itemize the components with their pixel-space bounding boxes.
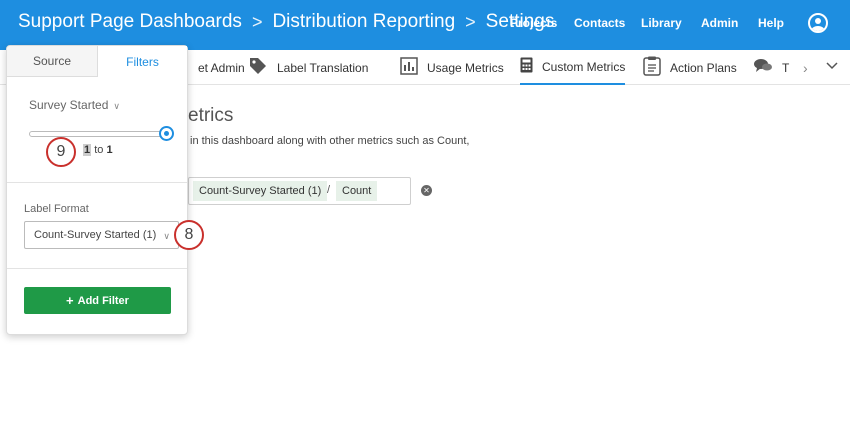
tab-truncated-label: T [782,60,790,75]
breadcrumb-item-dashboard[interactable]: Distribution Reporting [272,11,455,33]
chevron-down-icon: ∨ [113,101,120,111]
tab-label-translation[interactable]: Label Translation [248,50,368,85]
tab-usage-metrics[interactable]: Usage Metrics [400,50,504,85]
range-value-text: 1 to 1 [83,144,113,156]
tab-usage-metrics-label: Usage Metrics [427,60,504,75]
page-description: in this dashboard along with other metri… [190,135,470,147]
range-slider-track[interactable] [29,131,167,137]
add-filter-button[interactable]: + Add Filter [24,287,171,314]
tag-icon [248,56,268,79]
breadcrumb-item-project[interactable]: Support Page Dashboards [18,11,242,33]
tab-action-plans-label: Action Plans [670,60,737,75]
calculator-icon [520,57,533,76]
remove-metric-icon[interactable]: ✕ [421,185,432,196]
formula-chip-denominator[interactable]: Count [336,181,378,201]
chevron-right-icon[interactable]: › [803,60,808,76]
plus-icon: + [66,293,74,308]
range-slider-handle[interactable] [159,126,174,141]
divider [7,182,187,183]
breadcrumb-separator: > [465,11,476,32]
tab-custom-metrics[interactable]: Custom Metrics [520,50,626,85]
top-header-bar: Support Page Dashboards > Distribution R… [0,0,850,50]
label-format-value: Count-Survey Started (1) [34,229,157,241]
chevron-down-icon: ∨ [163,231,170,241]
nav-projects[interactable]: Projects [510,16,557,30]
range-from: 1 [83,144,92,156]
chevron-down-icon[interactable] [826,58,838,74]
clipboard-icon [643,56,661,79]
label-format-select[interactable]: Count-Survey Started (1) ∨ [24,221,179,249]
breadcrumb-separator: > [251,11,263,32]
panel-tabs: Source Filters [7,46,187,77]
filter-panel: Source Filters Survey Started ∨ 1 to 1 La… [6,45,188,335]
tab-filters[interactable]: Filters [98,46,187,77]
nav-library[interactable]: Library [641,16,682,30]
speech-bubbles-icon [753,58,773,77]
label-format-title: Label Format [24,203,89,215]
breadcrumb: Support Page Dashboards > Distribution R… [18,11,554,33]
nav-admin[interactable]: Admin [701,16,738,30]
metric-formula-field[interactable]: Count-Survey Started (1) / Count [188,177,411,205]
add-filter-label: Add Filter [77,294,129,307]
range-to: 1 [106,144,113,156]
page-heading: etrics [188,105,234,126]
filter-label: Survey Started [29,98,109,112]
tab-admin[interactable]: et Admin [198,50,245,85]
tab-admin-label: et Admin [198,60,245,75]
divider [7,268,187,269]
user-account-icon[interactable] [808,13,828,33]
bar-chart-icon [400,57,418,78]
tab-truncated[interactable]: T [753,50,789,85]
callout-9: 9 [46,137,76,167]
callout-8: 8 [174,220,204,250]
tab-custom-metrics-label: Custom Metrics [542,59,626,74]
nav-contacts[interactable]: Contacts [574,16,625,30]
nav-help[interactable]: Help [758,16,784,30]
formula-operator: / [327,184,331,196]
tab-label-translation-label: Label Translation [277,60,369,75]
tab-source[interactable]: Source [7,46,98,77]
tab-action-plans[interactable]: Action Plans [643,50,737,85]
range-to-word: to [94,144,104,156]
formula-chip-numerator[interactable]: Count-Survey Started (1) [193,181,328,201]
filter-dropdown-survey-started[interactable]: Survey Started ∨ [29,98,120,112]
